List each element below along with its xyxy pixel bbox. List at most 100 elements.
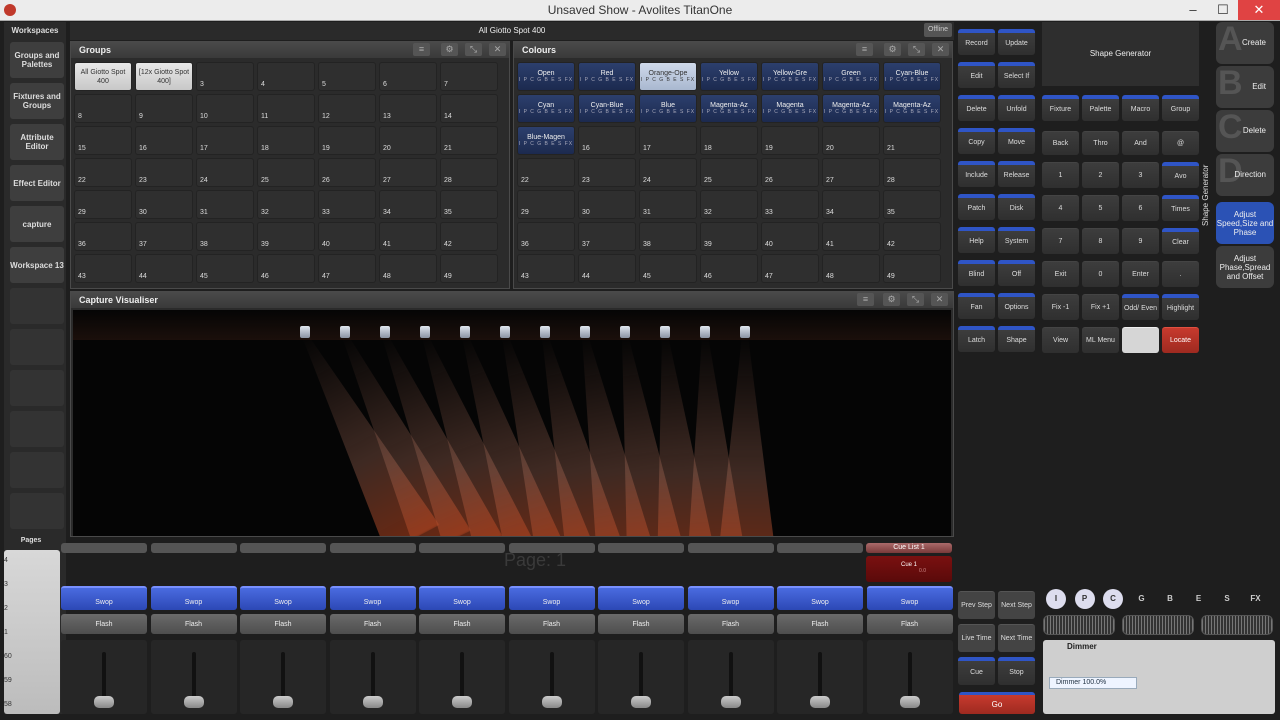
group-cell[interactable]: 16 (135, 126, 193, 155)
group-cell[interactable]: 43 (74, 254, 132, 283)
colour-cell[interactable]: 26 (761, 158, 819, 187)
key-back[interactable]: Back (1042, 131, 1079, 155)
key--[interactable]: . (1162, 261, 1199, 287)
fader-knob[interactable] (541, 696, 562, 708)
colour-cell[interactable]: 42 (883, 222, 941, 251)
key-delete[interactable]: Delete (958, 95, 995, 121)
group-cell[interactable]: 33 (318, 190, 376, 219)
swop-button[interactable]: Swop (508, 586, 595, 610)
group-cell[interactable]: 25 (257, 158, 315, 187)
key-4[interactable]: 4 (1042, 195, 1079, 221)
visualiser-stage[interactable] (73, 310, 951, 536)
fader-knob[interactable] (720, 696, 741, 708)
playback-legend[interactable] (777, 543, 863, 553)
key-macro[interactable]: Macro (1122, 95, 1159, 121)
group-cell[interactable]: 3 (196, 62, 254, 91)
colour-cell[interactable]: 24 (639, 158, 697, 187)
playback-fader[interactable] (61, 640, 147, 714)
colour-cell[interactable]: 46 (700, 254, 758, 283)
page-number[interactable]: 4 (4, 557, 8, 564)
key-system[interactable]: System (998, 227, 1035, 253)
colour-cell[interactable]: Cyan-Blue I P C G B E S FX (883, 62, 941, 91)
flash-button[interactable]: Flash (150, 614, 237, 634)
key-help[interactable]: Help (958, 227, 995, 253)
key-copy[interactable]: Copy (958, 128, 995, 154)
colour-cell[interactable]: 19 (761, 126, 819, 155)
playback-fader[interactable] (240, 640, 326, 714)
fixture-icon[interactable] (500, 326, 510, 338)
gear-icon[interactable]: ⚙ (441, 43, 458, 56)
flash-button[interactable]: Flash (240, 614, 326, 634)
group-cell[interactable]: 31 (196, 190, 254, 219)
group-cell[interactable]: [12x Giotto Spot 400] (135, 62, 193, 91)
key-stop[interactable]: Stop (998, 657, 1035, 685)
colour-cell[interactable]: 36 (517, 222, 575, 251)
key-thro[interactable]: Thro (1082, 131, 1119, 155)
playback-legend[interactable] (61, 543, 147, 553)
resize-icon[interactable]: ⤡ (465, 43, 482, 56)
colour-cell[interactable]: 41 (822, 222, 880, 251)
colour-cell[interactable]: Cyan I P C G B E S FX (517, 94, 575, 123)
colour-cell[interactable]: Blue-Magen I P C G B E S FX (517, 126, 575, 155)
workspace-capture[interactable]: capture (10, 206, 64, 242)
group-cell[interactable]: 5 (318, 62, 376, 91)
group-cell[interactable]: 26 (318, 158, 376, 187)
flash-button[interactable]: Flash (777, 614, 863, 634)
colour-cell[interactable]: Magenta-Az I P C G B E S FX (700, 94, 758, 123)
softkey-a[interactable]: A Create (1216, 20, 1274, 64)
attribute-e[interactable]: E (1189, 589, 1209, 609)
group-cell[interactable]: 4 (257, 62, 315, 91)
cue-list-legend[interactable]: Cue List 1 (866, 543, 952, 553)
flash-button[interactable]: Flash (61, 614, 147, 634)
colour-cell[interactable]: 45 (639, 254, 697, 283)
group-cell[interactable]: 14 (440, 94, 498, 123)
close-icon[interactable]: ✕ (931, 293, 948, 306)
fader-knob[interactable] (631, 696, 651, 708)
maximize-button[interactable]: ☐ (1208, 0, 1238, 20)
group-cell[interactable]: 48 (379, 254, 437, 283)
group-cell[interactable]: 46 (257, 254, 315, 283)
group-cell[interactable]: 45 (196, 254, 254, 283)
playback-legend[interactable] (240, 543, 326, 553)
fixture-icon[interactable] (740, 326, 750, 338)
key-palette[interactable]: Palette (1082, 95, 1119, 121)
playback-legend[interactable] (687, 543, 774, 553)
workspace-slot[interactable] (10, 411, 64, 447)
group-cell[interactable]: 15 (74, 126, 132, 155)
fixture-icon[interactable] (660, 326, 670, 338)
flash-button[interactable]: Flash (508, 614, 595, 634)
key-2[interactable]: 2 (1082, 162, 1119, 188)
group-cell[interactable]: 11 (257, 94, 315, 123)
playback-legend[interactable] (598, 543, 684, 553)
key-off[interactable]: Off (998, 260, 1035, 286)
attribute-i[interactable]: I (1046, 589, 1066, 609)
group-cell[interactable]: 41 (379, 222, 437, 251)
swop-button[interactable]: Swop (240, 586, 326, 610)
fixture-icon[interactable] (700, 326, 710, 338)
colour-cell[interactable]: Orange-Ope I P C G B E S FX (639, 62, 697, 91)
key-edit[interactable]: Edit (958, 62, 995, 88)
group-cell[interactable]: 27 (379, 158, 437, 187)
encoder-wheel-3[interactable] (1201, 615, 1273, 635)
page-number[interactable]: 3 (4, 581, 8, 588)
fader-knob[interactable] (452, 696, 472, 708)
key-update[interactable]: Update (998, 29, 1035, 55)
attribute-b[interactable]: B (1160, 589, 1180, 609)
cue-list-display[interactable]: Cue 1 0.0 (866, 556, 952, 582)
flash-button[interactable]: Flash (598, 614, 684, 634)
key-highlight[interactable]: Highlight (1162, 294, 1199, 320)
group-cell[interactable]: 24 (196, 158, 254, 187)
colour-cell[interactable]: 40 (761, 222, 819, 251)
colour-cell[interactable]: Yellow-Gre I P C G B E S FX (761, 62, 819, 91)
colour-cell[interactable]: 49 (883, 254, 941, 283)
key-include[interactable]: Include (958, 161, 995, 187)
workspace-fixtures-groups[interactable]: Fixtures and Groups (10, 83, 64, 119)
colour-cell[interactable]: Green I P C G B E S FX (822, 62, 880, 91)
close-icon[interactable]: ✕ (489, 43, 506, 56)
softkey-f[interactable]: Adjust Phase,Spread and Offset (1216, 246, 1274, 288)
workspace-attribute-editor[interactable]: Attribute Editor (10, 124, 64, 160)
key-latch[interactable]: Latch (958, 326, 995, 352)
colour-cell[interactable]: Yellow I P C G B E S FX (700, 62, 758, 91)
key-fix-1[interactable]: Fix -1 (1042, 294, 1079, 320)
playback-fader[interactable] (687, 640, 774, 714)
